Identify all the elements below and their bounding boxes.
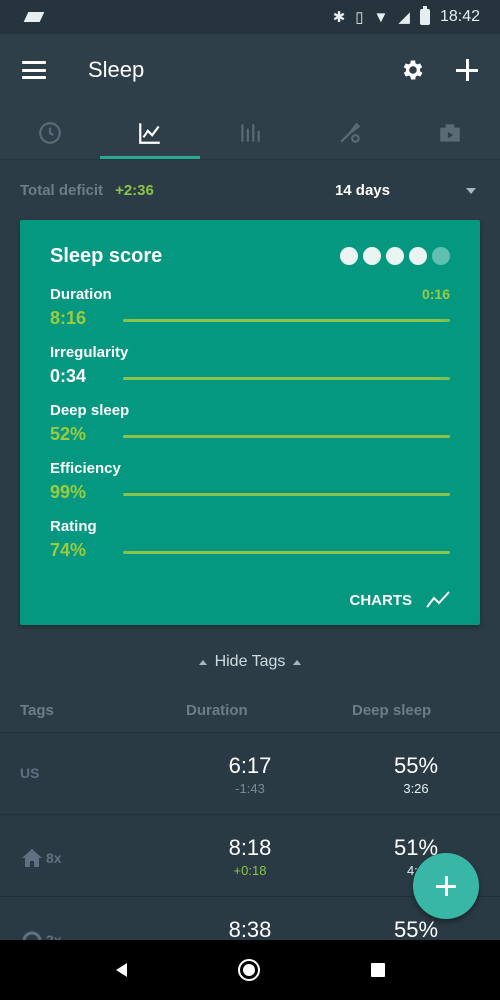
deficit-label: Total deficit [20,182,104,199]
metric-label: Irregularity [50,344,129,361]
metric-value: 8:16 [50,308,87,328]
metric-bar-fill [123,551,450,554]
row-deep-sleep: 55% 3:26 [366,753,466,796]
metric-value: 74% [50,540,87,560]
chevron-down-icon [466,187,476,194]
row-tag: US [20,765,39,781]
battery-icon [419,6,430,25]
score-dot [409,247,427,265]
bars-icon [241,123,260,142]
column-header-duration[interactable]: Duration [186,702,248,719]
metric-extra: 0:16 [421,286,450,302]
metric-label: Rating [50,518,97,535]
awards-icon [340,122,361,143]
metrics-list: Duration 8:16 0:16 Irregularity 0:34 Deep sle… [50,286,450,576]
clock-icon [39,121,61,144]
table-row[interactable]: US 6:17 -1:43 55% 3:26 [0,732,500,814]
add-sleep-fab[interactable] [413,853,479,919]
range-value: 14 days [334,182,390,199]
metric-bar-fill [123,493,450,496]
back-icon[interactable] [115,963,127,977]
system-nav-bar [0,940,500,1000]
vibrate-icon: ▯ [355,8,364,26]
metric-bar-fill [123,377,441,380]
deep-sleep-time: 3:26 [403,781,429,796]
deficit-value: +2:36 [115,182,154,199]
metric-value: 52% [50,424,87,444]
hide-tags-toggle[interactable]: Hide Tags [0,653,500,671]
app-bar: Sleep [0,34,500,106]
metric-row: Deep sleep 52% [50,402,450,460]
column-header-deep-sleep[interactable]: Deep sleep [352,702,431,719]
score-dot [363,247,381,265]
chevron-up-icon [198,659,207,665]
score-dot [432,247,450,265]
metric-bar [123,551,450,554]
metric-row: Duration 8:16 0:16 [50,286,450,344]
table-header: Tags Duration Deep sleep [0,688,500,732]
sleep-score-card: Sleep score Duration 8:16 0:16 Irregularity… [20,220,480,625]
status-icons: ✱ ▯ ▼ ◢ 18:42 [332,6,480,26]
menu-icon[interactable] [22,61,46,79]
duration-value: 8:18 [228,835,272,860]
tab-bar [0,106,500,160]
metric-label: Deep sleep [50,402,130,419]
duration-delta: -1:43 [235,781,265,796]
metric-label: Efficiency [50,460,121,477]
chevron-up-icon [293,659,302,665]
row-tag: 8x [20,847,62,869]
metric-bar [123,377,450,380]
trend-chart-icon [139,122,160,144]
signal-icon: ◢ [398,8,410,26]
charts-button[interactable]: CHARTS [350,591,451,609]
notification-icon [23,12,45,22]
status-time: 18:42 [439,8,480,25]
row-duration: 6:17 -1:43 [200,753,300,796]
metric-value: 99% [50,482,87,502]
row-duration: 8:18 +0:18 [200,835,300,878]
tab-history[interactable] [0,106,100,159]
metric-row: Irregularity 0:34 [50,344,450,402]
plus-icon [436,876,456,896]
score-dots [340,247,450,265]
tag-label: 8x [46,850,62,866]
metric-bar-fill [123,435,450,438]
bluetooth-icon: ✱ [332,8,346,26]
metric-bar-fill [123,319,444,322]
score-dot [340,247,358,265]
gear-icon[interactable] [400,57,426,83]
duration-delta: +0:18 [233,863,267,878]
recents-icon[interactable] [370,963,385,977]
page-title: Sleep [88,57,145,82]
card-title: Sleep score [50,244,163,267]
tab-achievements[interactable] [300,106,400,159]
score-dot [386,247,404,265]
deep-sleep-value: 55% [393,753,439,778]
camera-icon [440,123,460,142]
tab-equalizer[interactable] [200,106,300,159]
metric-bar [123,319,450,322]
home-button-icon[interactable] [237,959,260,981]
hide-tags-label: Hide Tags [214,653,286,670]
metric-bar [123,493,450,496]
metric-bar [123,435,450,438]
metric-label: Duration [50,286,112,303]
column-header-tags[interactable]: Tags [20,702,54,719]
tab-stats[interactable] [100,106,200,159]
tab-media[interactable] [400,106,500,159]
metric-value: 0:34 [50,366,87,386]
wifi-icon: ▼ [373,8,389,26]
tag-label: US [20,765,40,781]
metric-row: Rating 74% [50,518,450,576]
charts-label: CHARTS [349,591,413,609]
metric-row: Efficiency 99% [50,460,450,518]
trend-icon [426,591,450,608]
duration-value: 6:17 [228,753,272,778]
add-icon[interactable] [456,59,478,81]
main-content: Total deficit +2:36 14 days Sleep score … [0,160,500,978]
status-bar: ✱ ▯ ▼ ◢ 18:42 [0,0,500,34]
home-icon [22,849,42,867]
range-dropdown[interactable]: 14 days [335,182,480,199]
summary-row: Total deficit +2:36 14 days [20,182,480,199]
